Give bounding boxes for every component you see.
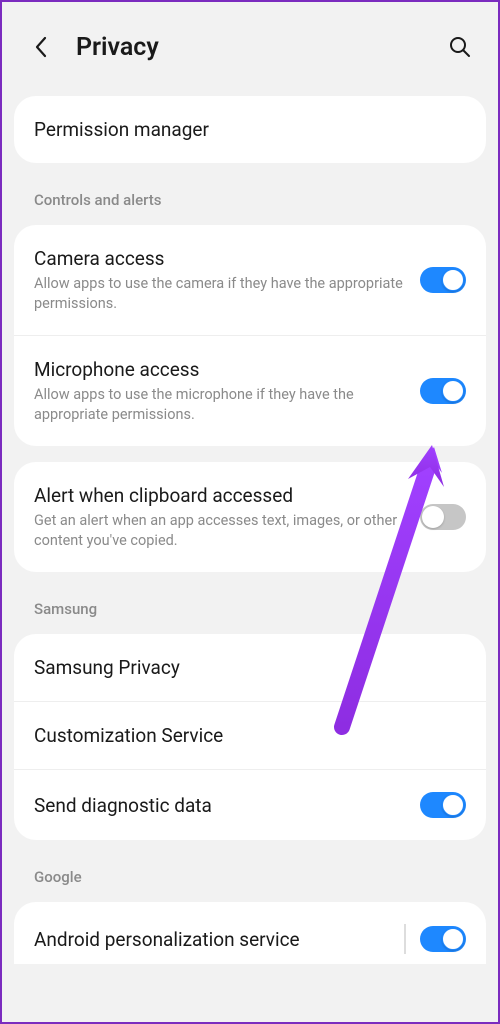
android-personalization-row[interactable]: Android personalization service	[14, 902, 486, 964]
android-personalization-label: Android personalization service	[34, 928, 384, 951]
header: Privacy	[2, 2, 498, 86]
controls-alerts-label: Controls and alerts	[2, 173, 498, 215]
samsung-label: Samsung	[2, 582, 498, 624]
back-icon[interactable]	[26, 32, 56, 62]
microphone-access-toggle[interactable]	[420, 378, 466, 404]
send-diagnostic-label: Send diagnostic data	[34, 794, 408, 817]
clipboard-alert-toggle[interactable]	[420, 504, 466, 530]
permission-manager-label: Permission manager	[34, 118, 454, 141]
google-label: Google	[2, 850, 498, 892]
customization-service-label: Customization Service	[34, 724, 454, 747]
camera-access-row[interactable]: Camera access Allow apps to use the came…	[14, 225, 486, 336]
camera-access-title: Camera access	[34, 247, 408, 270]
page-title: Privacy	[76, 33, 159, 62]
android-personalization-toggle[interactable]	[420, 926, 466, 952]
samsung-privacy-label: Samsung Privacy	[34, 656, 454, 679]
customization-service-row[interactable]: Customization Service	[14, 702, 486, 770]
clipboard-card: Alert when clipboard accessed Get an ale…	[14, 462, 486, 572]
clipboard-alert-sub: Get an alert when an app accesses text, …	[34, 511, 408, 550]
send-diagnostic-toggle[interactable]	[420, 792, 466, 818]
camera-access-toggle[interactable]	[420, 267, 466, 293]
permission-manager-row[interactable]: Permission manager	[14, 96, 486, 163]
samsung-card: Samsung Privacy Customization Service Se…	[14, 634, 486, 840]
camera-access-sub: Allow apps to use the camera if they hav…	[34, 274, 408, 313]
permission-manager-card: Permission manager	[14, 96, 486, 163]
clipboard-alert-row[interactable]: Alert when clipboard accessed Get an ale…	[14, 462, 486, 572]
send-diagnostic-row[interactable]: Send diagnostic data	[14, 770, 486, 840]
microphone-access-sub: Allow apps to use the microphone if they…	[34, 385, 408, 424]
samsung-privacy-row[interactable]: Samsung Privacy	[14, 634, 486, 702]
search-icon[interactable]	[446, 33, 474, 61]
controls-card: Camera access Allow apps to use the came…	[14, 225, 486, 446]
microphone-access-title: Microphone access	[34, 358, 408, 381]
google-card: Android personalization service	[14, 902, 486, 964]
clipboard-alert-title: Alert when clipboard accessed	[34, 484, 408, 507]
microphone-access-row[interactable]: Microphone access Allow apps to use the …	[14, 336, 486, 446]
